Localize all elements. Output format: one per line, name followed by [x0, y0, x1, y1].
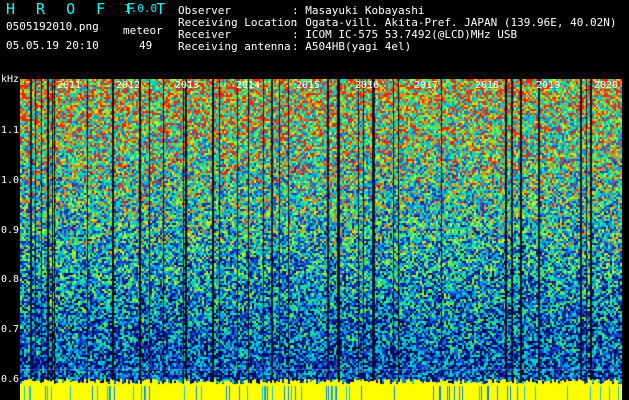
observer-row: Observer: Masayuki Kobayashi [178, 5, 424, 16]
year-label: 2016 [355, 80, 380, 91]
observer-label: Observer [178, 4, 231, 17]
antenna-row: Receiving antenna: A504HB(yagi 4el) [178, 41, 411, 52]
year-label: 2020 [594, 80, 619, 91]
year-label: 2012 [116, 80, 141, 91]
y-tick-label: 0.9 [1, 225, 20, 236]
year-label: 2015 [296, 80, 321, 91]
meteor-count: 49 [139, 39, 153, 52]
y-tick-label: 0.6 [1, 374, 20, 385]
y-tick-label: 1.0 [1, 175, 20, 186]
year-label: 2019 [536, 80, 561, 91]
filename: 0505192010.png [6, 20, 99, 33]
y-unit-label: kHz [1, 74, 20, 85]
app-version: 1.0.0 [124, 2, 158, 15]
y-tick-label: 1.1 [1, 125, 20, 136]
receiver-row: Receiver: ICOM IC-575 53.7492(@LCD)MHz U… [178, 29, 517, 40]
year-label: 2013 [175, 80, 200, 91]
year-label: 2011 [57, 80, 82, 91]
antenna-value: : A504HB(yagi 4el) [292, 40, 412, 53]
y-tick-label: 0.8 [1, 274, 20, 285]
antenna-label: Receiving antenna [178, 40, 291, 53]
year-label: 2017 [414, 80, 439, 91]
year-label: 2014 [236, 80, 261, 91]
receiver-label: Receiver [178, 28, 231, 41]
location-row: Receiving Location: Ogata-vill. Akita-Pr… [178, 17, 617, 28]
year-label: 2018 [475, 80, 500, 91]
datetime: 05.05.19 20:10 [6, 39, 99, 52]
location-label: Receiving Location [178, 16, 298, 29]
spectrogram-canvas [20, 79, 622, 400]
y-tick-label: 0.7 [1, 324, 20, 335]
meteor-label: meteor [123, 24, 163, 37]
